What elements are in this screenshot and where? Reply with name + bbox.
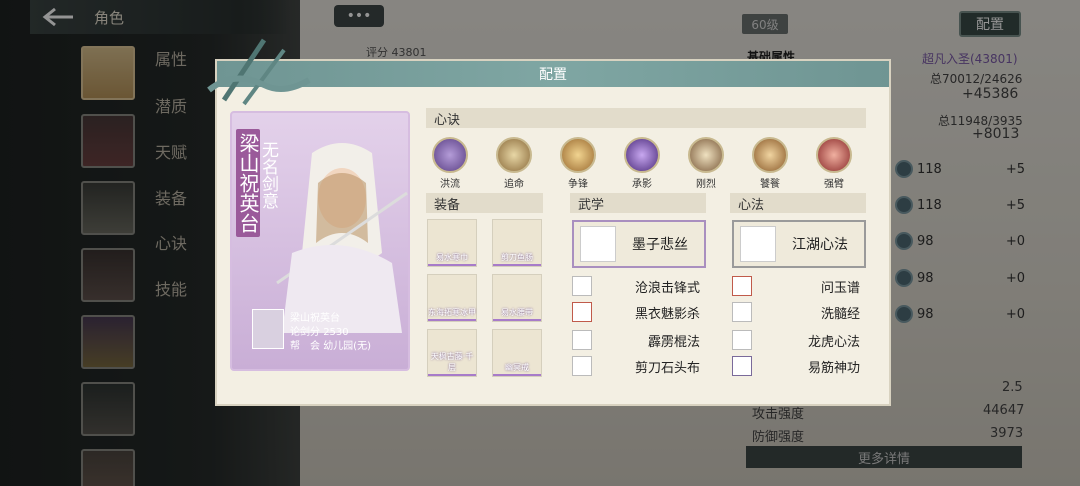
guild-line: 帮 会 幼儿园(无) bbox=[290, 337, 371, 352]
wuxue-label: 剪刀石头布 bbox=[634, 360, 700, 376]
sword-ornament-icon bbox=[207, 38, 311, 106]
guild-label: 帮 会 bbox=[290, 341, 320, 352]
xinjue-label: 强臂 bbox=[824, 179, 844, 190]
xinjue-label: 饕餮 bbox=[760, 179, 780, 190]
equip-section-title: 装备 bbox=[426, 193, 543, 213]
xinjue-slot[interactable]: 争锋 bbox=[558, 137, 598, 190]
meditation-icon bbox=[732, 330, 752, 350]
equip-slot[interactable]: 剪刀鱼肠 bbox=[492, 219, 542, 267]
rarity-bar bbox=[493, 319, 541, 321]
wuxue-item[interactable]: 霹雳棍法 bbox=[572, 329, 700, 351]
xinfa-main-slot[interactable]: 江湖心法 bbox=[732, 220, 866, 268]
xinjue-icon bbox=[624, 137, 660, 173]
equip-slot[interactable]: 易水腰带 bbox=[492, 274, 542, 322]
equip-slot[interactable]: 幽冥戒 bbox=[492, 329, 542, 377]
equip-label: 幽冥戒 bbox=[505, 363, 529, 372]
xinjue-label: 承影 bbox=[632, 179, 652, 190]
meditation-icon bbox=[732, 302, 752, 322]
character-art-icon bbox=[276, 143, 408, 333]
meditation-icon bbox=[732, 276, 752, 296]
martial-move-icon bbox=[572, 302, 592, 322]
nickname: 梁山祝英台 bbox=[290, 313, 340, 324]
xinfa-section-title: 心法 bbox=[730, 193, 866, 213]
wuxue-item[interactable]: 剪刀石头布 bbox=[572, 355, 700, 377]
equip-label: 易水寒巾 bbox=[436, 253, 468, 262]
equip-label: 易水腰带 bbox=[501, 308, 533, 317]
wuxue-item[interactable]: 沧浪击锋式 bbox=[572, 275, 700, 297]
character-title: 无名剑意 bbox=[258, 141, 278, 209]
martial-move-icon bbox=[572, 276, 592, 296]
rarity-bar bbox=[493, 374, 541, 376]
xinjue-icon bbox=[816, 137, 852, 173]
martial-move-icon bbox=[572, 330, 592, 350]
xinjue-icon bbox=[752, 137, 788, 173]
rarity-bar bbox=[428, 264, 476, 266]
xinfa-item[interactable]: 龙虎心法 bbox=[732, 329, 860, 351]
wuxue-label: 霹雳棍法 bbox=[647, 334, 700, 350]
lunjian-score: 论剑分 2530 bbox=[290, 323, 349, 338]
xinfa-main-label: 江湖心法 bbox=[792, 237, 848, 253]
xinfa-item[interactable]: 问玉谱 bbox=[732, 275, 860, 297]
card-info: 梁山祝英台 论剑分 2530 帮 会 幼儿园(无) bbox=[252, 309, 402, 363]
guild-value: 幼儿园(无) bbox=[323, 341, 371, 352]
xinjue-icon bbox=[496, 137, 532, 173]
xinjue-slot[interactable]: 刚烈 bbox=[686, 137, 726, 190]
xinfa-item[interactable]: 易筋神功 bbox=[732, 355, 860, 377]
character-card: 梁山祝英台 无名剑意 梁山祝英台 论剑分 2530 帮 会 幼儿园(无) bbox=[230, 111, 410, 371]
wuxue-main-label: 墨子悲丝 bbox=[632, 237, 688, 253]
equip-label: 天枫古藤·千层 bbox=[430, 352, 474, 372]
equip-slot[interactable]: 天枫古藤·千层 bbox=[427, 329, 477, 377]
wuxue-section-title: 武学 bbox=[570, 193, 706, 213]
xinjue-label: 刚烈 bbox=[696, 179, 716, 190]
wuxue-item[interactable]: 黑衣魅影杀 bbox=[572, 301, 700, 323]
xinfa-label: 问玉谱 bbox=[820, 280, 860, 296]
equip-label: 剪刀鱼肠 bbox=[501, 253, 533, 262]
modal-header: 配置 bbox=[217, 61, 889, 87]
martial-move-icon bbox=[572, 356, 592, 376]
equip-label: 东海拓寒冰甲 bbox=[428, 308, 476, 317]
xinjue-slot[interactable]: 饕餮 bbox=[750, 137, 790, 190]
xinjue-label: 洪流 bbox=[440, 179, 460, 190]
xinfa-label: 龙虎心法 bbox=[807, 334, 860, 350]
avatar bbox=[252, 309, 284, 349]
modal-title: 配置 bbox=[539, 67, 567, 83]
xinjue-slot[interactable]: 追命 bbox=[494, 137, 534, 190]
rarity-bar bbox=[428, 374, 476, 376]
wuxue-main-slot[interactable]: 墨子悲丝 bbox=[572, 220, 706, 268]
game-screen: 基础属性 超凡入圣(43801) 总70012/24626 +45386 总11… bbox=[0, 0, 1080, 486]
meditation-icon bbox=[740, 226, 776, 262]
rarity-bar bbox=[493, 264, 541, 266]
wuxue-label: 黑衣魅影杀 bbox=[634, 306, 700, 322]
equip-slot[interactable]: 易水寒巾 bbox=[427, 219, 477, 267]
xinjue-icon bbox=[432, 137, 468, 173]
martial-pose-icon bbox=[580, 226, 616, 262]
xinjue-slot[interactable]: 洪流 bbox=[430, 137, 470, 190]
wuxue-label: 沧浪击锋式 bbox=[634, 280, 700, 296]
xinjue-slot[interactable]: 承影 bbox=[622, 137, 662, 190]
xinjue-label: 追命 bbox=[504, 179, 524, 190]
xinjue-slot[interactable]: 强臂 bbox=[814, 137, 854, 190]
xinjue-icon bbox=[688, 137, 724, 173]
xinjue-section-title: 心诀 bbox=[426, 108, 866, 128]
xinjue-label: 争锋 bbox=[568, 179, 588, 190]
equip-slot[interactable]: 东海拓寒冰甲 bbox=[427, 274, 477, 322]
xinfa-label: 易筋神功 bbox=[807, 360, 860, 376]
meditation-icon bbox=[732, 356, 752, 376]
xinfa-label: 洗髓经 bbox=[820, 306, 860, 322]
xinfa-item[interactable]: 洗髓经 bbox=[732, 301, 860, 323]
rarity-bar bbox=[428, 319, 476, 321]
xinjue-icon bbox=[560, 137, 596, 173]
character-name: 梁山祝英台 bbox=[236, 129, 260, 237]
